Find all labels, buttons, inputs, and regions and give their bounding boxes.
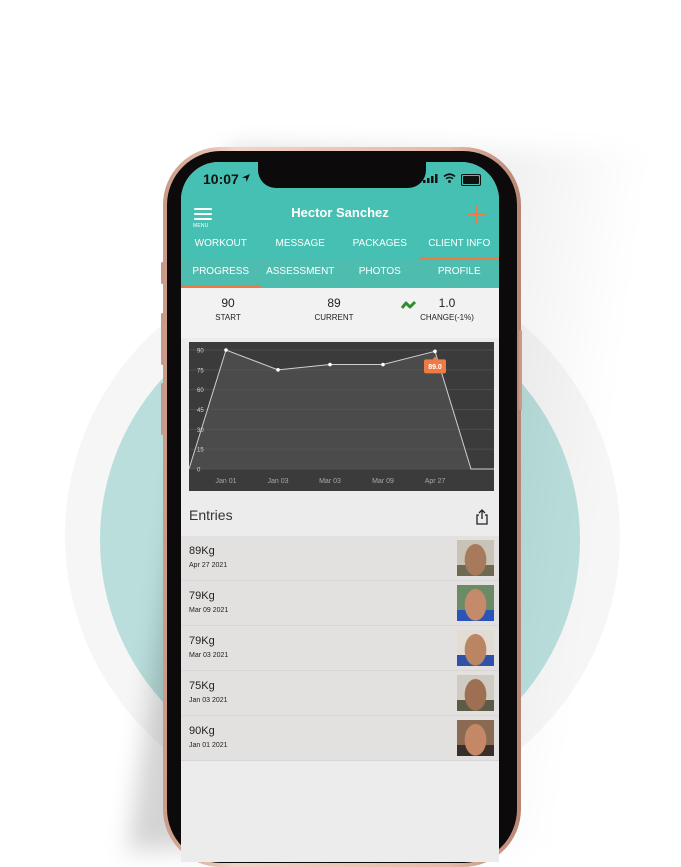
status-time: 10:07: [203, 171, 239, 187]
entry-row[interactable]: 79Kg Mar 03 2021: [181, 626, 499, 671]
y-tick-label: 60: [197, 388, 204, 394]
entry-weight: 79Kg: [189, 590, 215, 602]
x-tick-label: Jan 01: [215, 478, 236, 485]
add-icon[interactable]: [467, 205, 485, 223]
main-tabs: WORKOUT MESSAGE PACKAGES CLIENT INFO: [181, 234, 499, 260]
entry-date: Mar 09 2021: [189, 607, 229, 614]
share-icon[interactable]: [475, 509, 489, 525]
data-point: [381, 362, 385, 367]
y-tick-label: 75: [197, 368, 204, 374]
subtab-profile[interactable]: PROFILE: [420, 260, 500, 288]
entry-row[interactable]: 89Kg Apr 27 2021: [181, 536, 499, 581]
entry-photo-thumbnail[interactable]: [457, 630, 494, 666]
stat-change-value: 1.0: [438, 296, 456, 310]
subtab-photos[interactable]: PHOTOS: [340, 260, 420, 288]
entry-date: Mar 03 2021: [189, 652, 229, 659]
entry-date: Apr 27 2021: [189, 562, 228, 569]
phone-notch: [258, 160, 426, 188]
volume-up-button: [161, 313, 164, 365]
stat-start: 90 START: [181, 296, 278, 322]
entry-weight: 75Kg: [189, 680, 215, 692]
stat-current: 89 CURRENT: [284, 296, 384, 322]
tooltip-value: 89.0: [428, 364, 442, 371]
y-tick-label: 45: [197, 408, 204, 414]
tab-packages[interactable]: PACKAGES: [340, 234, 420, 260]
y-tick-label: 90: [197, 349, 204, 355]
app-header: MENU Hector Sanchez: [181, 196, 499, 234]
tab-message[interactable]: MESSAGE: [261, 234, 341, 260]
x-tick-label: Jan 03: [267, 478, 288, 485]
entry-photo-thumbnail[interactable]: [457, 540, 494, 576]
x-tick-label: Mar 03: [319, 478, 341, 485]
tab-client-info[interactable]: CLIENT INFO: [419, 234, 500, 260]
entry-date: Jan 03 2021: [189, 697, 228, 704]
entry-row[interactable]: 75Kg Jan 03 2021: [181, 671, 499, 716]
entry-photo-thumbnail[interactable]: [457, 675, 494, 711]
phone-screen: 10:07 MENU Hector Sanchez WORKOUT MESSAG…: [181, 162, 499, 862]
tab-workout[interactable]: WORKOUT: [181, 234, 261, 260]
entry-photo-thumbnail[interactable]: [457, 585, 494, 621]
entry-weight: 90Kg: [189, 725, 215, 737]
x-tick-label: Apr 27: [425, 478, 446, 485]
wifi-icon: [443, 173, 456, 183]
entry-photo-thumbnail[interactable]: [457, 720, 494, 756]
power-button: [519, 330, 522, 410]
page-title: Hector Sanchez: [291, 205, 389, 220]
signal-icon: [423, 174, 438, 183]
menu-label: MENU: [193, 223, 209, 229]
y-tick-label: 30: [197, 428, 204, 434]
data-point: [276, 368, 280, 372]
stat-current-label: CURRENT: [314, 313, 354, 322]
stat-change: 1.0 CHANGE(-1%): [397, 296, 497, 322]
entries-list: 89Kg Apr 27 2021 79Kg Mar 09 2021 79Kg Mar 03…: [181, 536, 499, 761]
entry-weight: 89Kg: [189, 545, 215, 557]
volume-down-button: [161, 383, 164, 435]
data-point: [224, 348, 228, 352]
entry-weight: 79Kg: [189, 635, 215, 647]
x-tick-label: Mar 09: [372, 478, 394, 485]
battery-icon: [461, 174, 481, 186]
entry-row[interactable]: 90Kg Jan 01 2021: [181, 716, 499, 761]
data-point: [433, 349, 437, 354]
stat-start-label: START: [215, 313, 241, 322]
entry-row[interactable]: 79Kg Mar 09 2021: [181, 581, 499, 626]
stats-summary: 90 START 89 CURRENT 1.0 CHANGE(-1%): [181, 288, 499, 338]
stat-current-value: 89: [327, 296, 341, 310]
progress-chart: 0153045607590 Jan 01 Jan 03 Mar 03 Mar 09 Ap…: [189, 342, 494, 491]
y-tick-label: 15: [197, 448, 204, 454]
stat-start-value: 90: [221, 296, 235, 310]
subtab-progress[interactable]: PROGRESS: [181, 260, 261, 288]
stat-change-label: CHANGE(-1%): [420, 313, 474, 322]
entries-title: Entries: [189, 507, 233, 523]
subtab-assessment[interactable]: ASSESSMENT: [261, 260, 341, 288]
entry-date: Jan 01 2021: [189, 742, 228, 749]
data-point: [328, 362, 332, 367]
sub-tabs: PROGRESS ASSESSMENT PHOTOS PROFILE: [181, 260, 499, 288]
mute-switch: [161, 262, 164, 284]
location-arrow-icon: [242, 174, 250, 182]
